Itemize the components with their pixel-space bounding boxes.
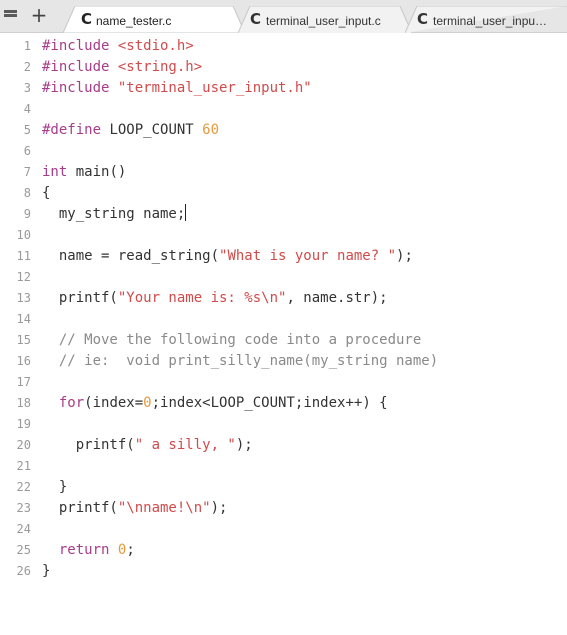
- code-line: 14: [0, 309, 567, 330]
- code-line: 7 int main(): [0, 162, 567, 183]
- line-number: 19: [16, 417, 31, 431]
- code-line: 12: [0, 267, 567, 288]
- code-line: 21: [0, 456, 567, 477]
- line-number: 15: [16, 333, 31, 347]
- code-line: 17: [0, 372, 567, 393]
- line-number: 10: [16, 228, 31, 242]
- line-number: 14: [16, 312, 31, 326]
- code-line: 9 my_string name;: [0, 204, 567, 225]
- line-number: 11: [16, 249, 31, 263]
- code-line: 1 #include <stdio.h>: [0, 36, 567, 57]
- line-number: 1: [23, 39, 31, 53]
- line-number: 8: [23, 186, 31, 200]
- code-text: {: [42, 185, 51, 201]
- line-number: 24: [16, 522, 31, 536]
- text-cursor: [185, 204, 187, 221]
- code-line: 25 return 0;: [0, 540, 567, 561]
- c-file-icon: C: [250, 10, 262, 28]
- line-number: 16: [16, 354, 31, 368]
- line-number: 4: [23, 102, 31, 116]
- code-line: 22 }: [0, 477, 567, 498]
- line-number: 22: [16, 480, 31, 494]
- line-number: 3: [23, 81, 31, 95]
- code-comment: // Move the following code into a proced…: [42, 332, 422, 348]
- tab-bar: + C name_tester.c C terminal_user_input.…: [0, 0, 567, 33]
- line-number: 17: [16, 375, 31, 389]
- tab-terminal-user-input-h[interactable]: C terminal_user_inpu…: [405, 6, 567, 33]
- code-line: 5 #define LOOP_COUNT 60: [0, 120, 567, 141]
- line-number: 26: [16, 564, 31, 578]
- code-text: #include "terminal_user_input.h": [42, 80, 312, 96]
- code-text: return 0;: [58, 542, 135, 558]
- line-number: 6: [23, 144, 31, 158]
- code-line: 24: [0, 519, 567, 540]
- line-number: 5: [23, 123, 31, 137]
- code-text: }: [42, 479, 68, 495]
- code-line: 19: [0, 414, 567, 435]
- line-number: 21: [16, 459, 31, 473]
- code-text: name = read_string("What is your name? "…: [42, 248, 413, 264]
- code-text: my_string name;: [42, 204, 187, 222]
- code-line: 8{: [0, 183, 567, 204]
- line-number: 9: [23, 207, 31, 221]
- code-line: 13 printf("Your name is: %s\n", name.str…: [0, 288, 567, 309]
- code-text: #include <stdio.h>: [42, 38, 194, 54]
- line-number: 13: [16, 291, 31, 305]
- line-number: 12: [16, 270, 31, 284]
- code-line: 10: [0, 225, 567, 246]
- tab-terminal-user-input-c[interactable]: C terminal_user_input.c: [238, 6, 412, 33]
- code-text: printf("Your name is: %s\n", name.str);: [42, 290, 388, 306]
- code-line: 23 printf("\nname!\n");: [0, 498, 567, 519]
- line-number: 25: [16, 543, 31, 557]
- code-line: 4: [0, 99, 567, 120]
- hamburger-menu-icon[interactable]: [4, 10, 17, 21]
- c-file-icon: C: [417, 10, 429, 28]
- new-tab-button[interactable]: +: [29, 4, 49, 26]
- tab-label: terminal_user_inpu…: [433, 14, 548, 28]
- tab-label: terminal_user_input.c: [266, 14, 381, 28]
- code-text: int main(): [42, 164, 127, 180]
- code-line: 6: [0, 141, 567, 162]
- tab-label: name_tester.c: [96, 14, 172, 28]
- code-line: 16 // ie: void print_silly_name(my_strin…: [0, 351, 567, 372]
- code-text: for(index=0;index<LOOP_COUNT;index++) {: [58, 395, 388, 411]
- line-number: 2: [23, 60, 31, 74]
- code-text: #include <string.h>: [42, 59, 203, 75]
- c-file-icon: C: [81, 10, 93, 28]
- line-number: 20: [16, 438, 31, 452]
- code-line: 2 #include <string.h>: [0, 57, 567, 78]
- line-number: 23: [16, 501, 31, 515]
- code-editor[interactable]: 1 #include <stdio.h> 2 #include <string.h>…: [0, 33, 567, 635]
- line-number: 18: [16, 396, 31, 410]
- code-line: 11 name = read_string("What is your name…: [0, 246, 567, 267]
- code-line: 26}: [0, 561, 567, 582]
- code-text: printf(" a silly, ");: [42, 437, 253, 453]
- code-comment: // ie: void print_silly_name(my_string n…: [42, 353, 439, 369]
- code-line: 15 // Move the following code into a pro…: [0, 330, 567, 351]
- code-line: 18 for(index=0;index<LOOP_COUNT;index++)…: [0, 393, 567, 414]
- line-number: 7: [23, 165, 31, 179]
- code-text: #define LOOP_COUNT 60: [42, 122, 220, 138]
- code-line: 3 #include "terminal_user_input.h": [0, 78, 567, 99]
- code-text: printf("\nname!\n");: [42, 500, 228, 516]
- code-line: 20 printf(" a silly, ");: [0, 435, 567, 456]
- code-text: }: [42, 563, 51, 579]
- tab-name-tester[interactable]: C name_tester.c: [63, 6, 245, 33]
